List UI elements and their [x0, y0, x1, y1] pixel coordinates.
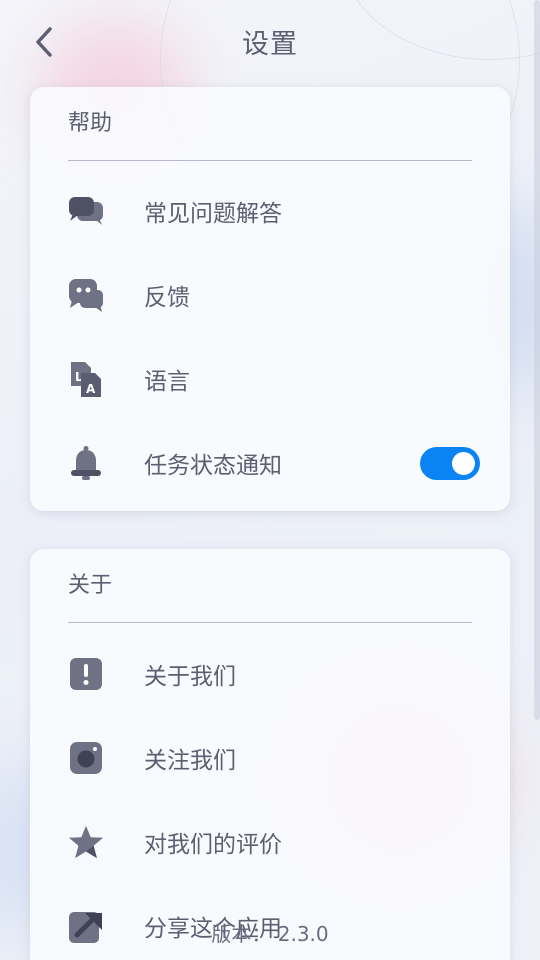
follow-us-label: 关注我们	[144, 748, 236, 774]
header: 设置	[0, 0, 540, 86]
follow-us-item[interactable]: 关注我们	[30, 716, 510, 800]
bell-icon	[68, 445, 104, 481]
help-card: 帮助 常见问题解答 反馈 L A 语言 任务状态通知	[30, 87, 510, 511]
task-status-notification-item: 任务状态通知	[30, 421, 510, 505]
faq-item[interactable]: 常见问题解答	[30, 169, 510, 253]
language-icon: L A	[68, 361, 104, 397]
divider	[68, 160, 472, 161]
language-item[interactable]: L A 语言	[30, 337, 510, 421]
rate-us-item[interactable]: 对我们的评价	[30, 800, 510, 884]
help-section-title: 帮助	[68, 111, 113, 136]
rate-us-label: 对我们的评价	[144, 832, 282, 858]
version-label: 版本： 2.3.0	[211, 922, 329, 946]
feedback-item[interactable]: 反馈	[30, 253, 510, 337]
about-section-title: 关于	[68, 573, 113, 598]
page-title: 设置	[242, 29, 298, 60]
scrollbar[interactable]	[534, 0, 540, 720]
star-icon	[68, 824, 104, 860]
info-exclamation-icon	[68, 656, 104, 692]
task-status-notification-label: 任务状态通知	[144, 453, 282, 479]
about-card: 关于 关于我们 关注我们 对我们的评价 分享这个应用	[30, 549, 510, 960]
feedback-label: 反馈	[144, 285, 190, 311]
feedback-chat-icon	[68, 277, 104, 313]
instagram-icon	[68, 740, 104, 776]
toggle-knob	[452, 451, 475, 475]
language-label: 语言	[144, 369, 190, 395]
about-us-label: 关于我们	[144, 664, 236, 690]
faq-label: 常见问题解答	[144, 201, 282, 227]
about-us-item[interactable]: 关于我们	[30, 632, 510, 716]
divider	[68, 622, 472, 623]
svg-text:A: A	[86, 382, 96, 396]
chat-bubbles-icon	[68, 193, 104, 229]
notification-toggle[interactable]	[420, 446, 480, 480]
